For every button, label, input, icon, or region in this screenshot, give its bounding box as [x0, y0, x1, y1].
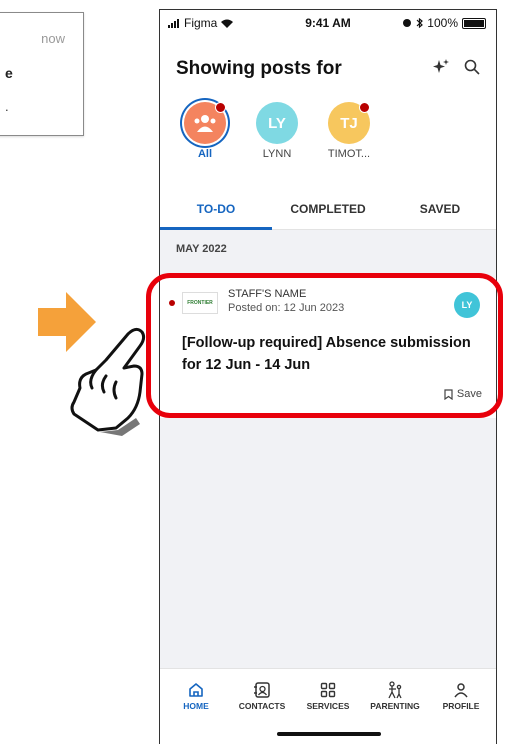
tab-todo[interactable]: TO-DO: [160, 195, 272, 230]
status-bar: Figma 9:41 AM 100%: [160, 10, 496, 36]
nav-label: HOME: [183, 701, 209, 711]
home-indicator: [277, 732, 381, 736]
avatar-label: All: [197, 148, 213, 160]
nav-services[interactable]: SERVICES: [298, 679, 358, 711]
avatar-filter-timothy[interactable]: TJ TIMOT...: [316, 102, 382, 160]
avatar-filter-row: All LY LYNN TJ TIMOT...: [172, 102, 492, 182]
bottom-nav: HOME CONTACTS SERVICES PARENTING PROFILE: [160, 668, 496, 727]
page-title: Showing posts for: [176, 58, 342, 79]
highlight-box: [146, 273, 503, 418]
notification-text-fragment-2: .: [5, 99, 9, 114]
nav-label: PARENTING: [370, 701, 420, 711]
unread-dot: [359, 102, 370, 113]
nav-parenting[interactable]: PARENTING: [362, 679, 428, 711]
tab-bar: TO-DO COMPLETED SAVED: [160, 195, 496, 230]
notification-text-fragment: e: [5, 65, 13, 81]
avatar: LY: [256, 102, 298, 144]
tab-saved[interactable]: SAVED: [384, 195, 496, 227]
contacts-icon: [254, 682, 270, 698]
alarm-icon: [403, 19, 412, 27]
unread-dot: [215, 102, 226, 113]
tab-completed[interactable]: COMPLETED: [272, 195, 384, 227]
parenting-icon: [388, 681, 402, 699]
avatar-filter-all[interactable]: All: [172, 102, 238, 160]
home-icon: [189, 683, 203, 697]
group-icon: [194, 115, 216, 132]
section-header: MAY 2022: [176, 243, 227, 255]
battery-icon: [462, 17, 486, 29]
avatar-filter-lynn[interactable]: LY LYNN: [244, 102, 310, 160]
services-icon: [320, 682, 336, 698]
battery-percent: 100%: [427, 16, 458, 30]
avatar-label: TIMOT...: [327, 148, 371, 160]
notification-fragment: now e .: [0, 12, 84, 136]
avatar-label: LYNN: [262, 148, 292, 160]
profile-icon: [454, 683, 468, 698]
avatar: [184, 102, 226, 144]
bluetooth-icon: [416, 18, 424, 28]
nav-label: SERVICES: [306, 701, 350, 711]
notification-time: now: [41, 31, 65, 46]
avatar-initials: LY: [268, 114, 286, 132]
search-icon[interactable]: [464, 59, 480, 75]
avatar: TJ: [328, 102, 370, 144]
nav-contacts[interactable]: CONTACTS: [230, 679, 294, 711]
avatar-initials: TJ: [340, 114, 358, 132]
nav-label: CONTACTS: [238, 701, 286, 711]
nav-profile[interactable]: PROFILE: [432, 679, 490, 711]
nav-home[interactable]: HOME: [170, 679, 222, 711]
sparkle-icon[interactable]: [432, 58, 450, 76]
nav-label: PROFILE: [442, 701, 480, 711]
